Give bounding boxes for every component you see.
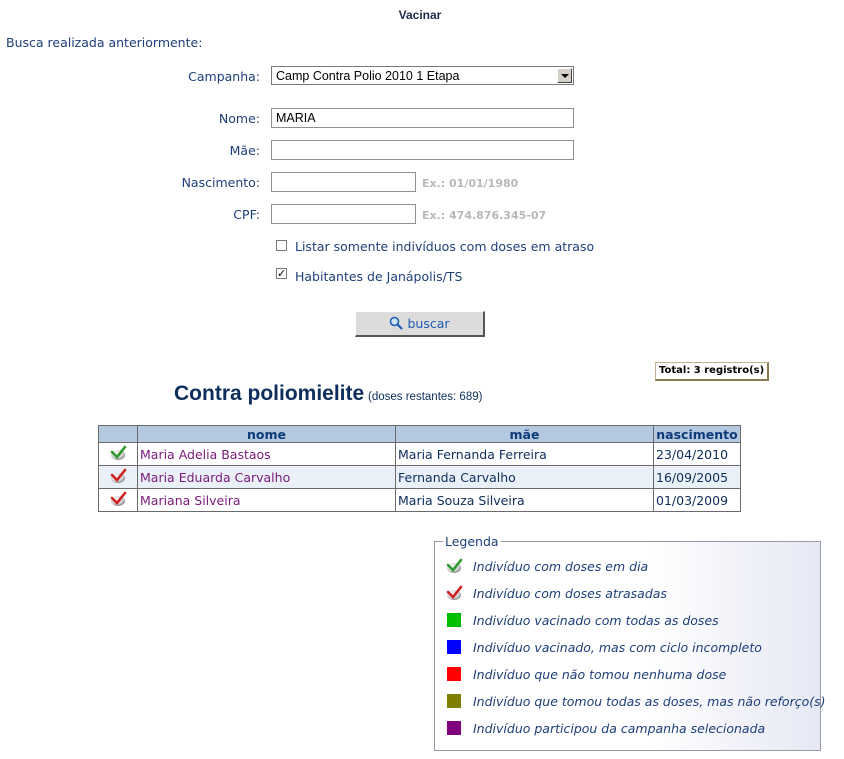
search-button-label: buscar [407,316,450,331]
campanha-select[interactable]: Camp Contra Polio 2010 1 Etapa [271,66,574,85]
legend-item-label: Indivíduo vacinado com todas as doses [473,613,719,628]
status-cell [98,488,138,512]
status-column-header [98,425,138,443]
table-row[interactable]: Mariana Silveira Maria Souza Silveira 01… [98,488,741,512]
status-cell [98,465,138,489]
red-square-icon [447,667,461,681]
total-records-badge: Total: 3 registro(s) [655,362,770,381]
legend-item-label: Indivíduo que tomou todas as doses, mas … [473,694,826,709]
legend-item-label: Indivíduo com doses atrasadas [473,586,667,601]
nascimento-input[interactable] [271,172,416,192]
legend-item-label: Indivíduo com doses em dia [473,559,649,574]
cell-nome[interactable]: Maria Adelia Bastaos [137,442,396,466]
legend-item-label: Indivíduo que não tomou nenhuma dose [473,667,727,682]
legend-box: Legenda Indivíduo com doses em dia Indiv… [434,534,826,751]
cpf-label: CPF: [233,207,260,222]
table-row[interactable]: Maria Eduarda Carvalho Fernanda Carvalho… [98,465,741,489]
check-red-icon [110,468,127,483]
status-cell [98,442,138,466]
cell-nascimento: 01/03/2009 [653,488,741,512]
cell-nome[interactable]: Mariana Silveira [137,488,396,512]
olive-square-icon [447,694,461,708]
search-button[interactable]: buscar [355,311,485,337]
cell-nascimento: 16/09/2005 [653,465,741,489]
check-red-icon [446,585,463,600]
column-header-nome[interactable]: nome [137,425,396,443]
legend-item-label: Indivíduo participou da campanha selecio… [473,721,766,736]
legend-title: Legenda [443,534,501,549]
cell-nascimento: 23/04/2010 [653,442,741,466]
habitantes-checkbox-label: Habitantes de Janápolis/TS [295,269,463,284]
cell-mae: Maria Souza Silveira [395,488,654,512]
habitantes-checkbox[interactable]: ✓ [276,268,287,279]
results-heading: Contra poliomielite (doses restantes: 68… [174,382,482,406]
nascimento-label: Nascimento: [181,175,260,190]
check-red-icon [110,491,127,506]
results-table: nome mãe nascimento Maria Adelia Bastaos… [98,425,741,512]
cpf-input[interactable] [271,204,416,224]
cell-mae: Maria Fernanda Ferreira [395,442,654,466]
campaign-title: Contra poliomielite [174,382,365,405]
nascimento-hint: Ex.: 01/01/1980 [422,177,519,190]
campanha-label: Campanha: [188,69,260,84]
column-header-mae[interactable]: mãe [395,425,654,443]
purple-square-icon [447,721,461,735]
check-green-icon [110,445,127,460]
green-square-icon [447,613,461,627]
magnifier-icon [390,316,404,330]
page-title: Vacinar [398,8,442,22]
blue-square-icon [447,640,461,654]
table-row[interactable]: Maria Adelia Bastaos Maria Fernanda Ferr… [98,442,741,466]
check-green-icon [446,558,463,573]
atraso-checkbox-label: Listar somente indivíduos com doses em a… [295,239,595,254]
cell-nome[interactable]: Maria Eduarda Carvalho [137,465,396,489]
cell-mae: Fernanda Carvalho [395,465,654,489]
remaining-doses: (doses restantes: 689) [368,391,483,403]
mae-label: Mãe: [229,143,260,158]
nome-label: Nome: [218,111,260,126]
atraso-checkbox[interactable] [276,240,287,251]
chevron-down-icon[interactable] [557,68,572,83]
campanha-selected-value: Camp Contra Polio 2010 1 Etapa [276,69,460,83]
previous-search-label: Busca realizada anteriormente: [6,35,203,50]
mae-input[interactable] [271,140,574,160]
nome-input[interactable] [271,108,574,128]
legend-item-label: Indivíduo vacinado, mas com ciclo incomp… [473,640,762,655]
column-header-nascimento[interactable]: nascimento [653,425,741,443]
cpf-hint: Ex.: 474.876.345-07 [422,209,547,222]
